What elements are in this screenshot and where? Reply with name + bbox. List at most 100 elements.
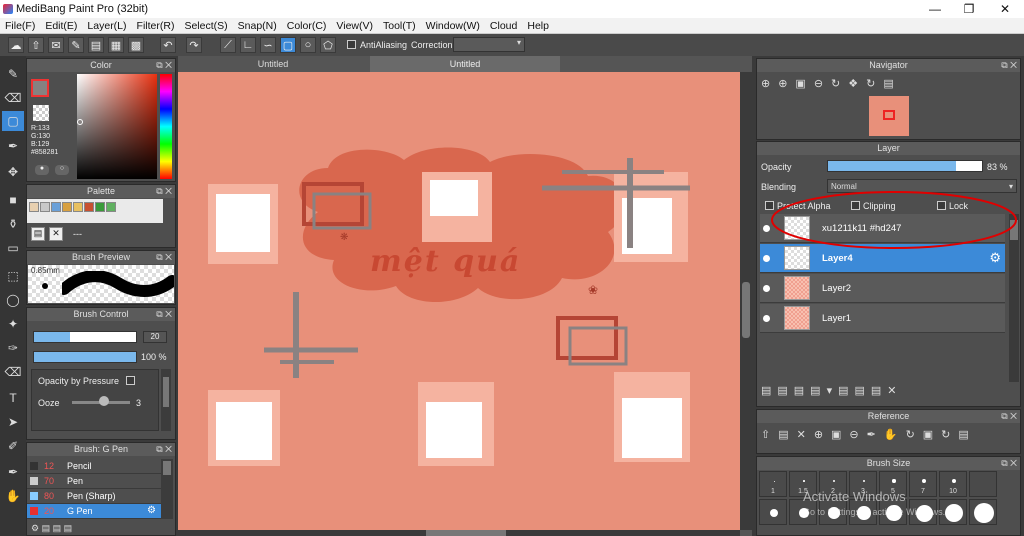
- brush-list-scrollbar[interactable]: [161, 459, 173, 519]
- redo-icon[interactable]: ↷: [186, 37, 202, 53]
- rectangle-shape-icon[interactable]: ▢: [280, 37, 296, 53]
- transparent-color-swatch[interactable]: [33, 105, 49, 121]
- brush-opacity-slider[interactable]: [33, 351, 137, 363]
- tab-untitled-1[interactable]: Untitled: [178, 56, 368, 72]
- brush-size-preset[interactable]: 10: [939, 471, 967, 497]
- tab-untitled-2[interactable]: Untitled: [370, 56, 560, 72]
- new-palette-icon[interactable]: ▤: [31, 227, 45, 241]
- select-pen-icon[interactable]: ✑: [2, 338, 24, 358]
- menu-tool[interactable]: Tool(T): [378, 18, 421, 33]
- undo-icon[interactable]: ↶: [160, 37, 176, 53]
- layer-opacity-slider[interactable]: [827, 160, 983, 172]
- palette-swatch[interactable]: [51, 202, 61, 212]
- gradient-tool-icon[interactable]: ▭: [2, 238, 24, 258]
- brush-settings-icon[interactable]: ⚙: [147, 505, 156, 516]
- curve-icon[interactable]: ∽: [260, 37, 276, 53]
- palette-swatch[interactable]: [106, 202, 116, 212]
- palette-swatch[interactable]: [84, 202, 94, 212]
- polygon-shape-icon[interactable]: ⬠: [320, 37, 336, 53]
- ooze-slider-thumb[interactable]: [99, 396, 109, 406]
- saturation-value-picker[interactable]: [77, 74, 157, 179]
- menu-layer[interactable]: Layer(L): [82, 18, 131, 33]
- menu-select[interactable]: Select(S): [179, 18, 232, 33]
- document-icon[interactable]: ▤: [88, 37, 104, 53]
- ellipse-shape-icon[interactable]: ○: [300, 37, 316, 53]
- brush-list-item[interactable]: 20 G Pen ⚙: [27, 504, 161, 519]
- brush-size-preset[interactable]: [969, 499, 997, 525]
- brush-size-preset[interactable]: 7: [909, 471, 937, 497]
- menu-cloud[interactable]: Cloud: [485, 18, 522, 33]
- palette-swatch[interactable]: [40, 202, 50, 212]
- palette-swatch[interactable]: [73, 202, 83, 212]
- layer-row[interactable]: Layer2: [760, 274, 1005, 303]
- menu-file[interactable]: File(F): [0, 18, 40, 33]
- palette-swatch[interactable]: [95, 202, 105, 212]
- minimize-icon[interactable]: —: [918, 0, 952, 18]
- reference-tools[interactable]: ⇧▤✕⊕▣⊖✒✋↻▣↻▤: [761, 428, 977, 441]
- layer-row[interactable]: Layer1: [760, 304, 1005, 333]
- menu-snap[interactable]: Snap(N): [233, 18, 282, 33]
- divide-tool-icon[interactable]: ✒: [2, 462, 24, 482]
- delete-palette-icon[interactable]: ✕: [49, 227, 63, 241]
- comment-icon[interactable]: ✉: [48, 37, 64, 53]
- drawing-canvas[interactable]: ❋ ❀ mệt quá: [178, 72, 740, 530]
- close-icon[interactable]: ✕: [988, 0, 1022, 18]
- text-tool-icon[interactable]: T: [2, 388, 24, 408]
- brush-size-preset[interactable]: [969, 471, 997, 497]
- brush-size-value[interactable]: 20: [143, 331, 167, 343]
- palette-swatch[interactable]: [29, 202, 39, 212]
- eraser-tool-icon[interactable]: ⌫: [2, 88, 24, 108]
- menu-color[interactable]: Color(C): [282, 18, 332, 33]
- eyedropper-icon[interactable]: ✐: [2, 436, 24, 456]
- foreground-color-swatch[interactable]: [31, 79, 49, 97]
- menu-edit[interactable]: Edit(E): [40, 18, 82, 33]
- magic-wand-icon[interactable]: ✦: [2, 314, 24, 334]
- menu-help[interactable]: Help: [522, 18, 554, 33]
- color-mode-icon[interactable]: ●: [35, 165, 49, 175]
- line-tool-icon[interactable]: ⟋: [220, 37, 236, 53]
- brush-list-item[interactable]: 80 Pen (Sharp): [27, 489, 161, 504]
- layer-visibility-icon[interactable]: [763, 315, 770, 322]
- correction-dropdown[interactable]: ▾: [453, 37, 525, 52]
- menu-view[interactable]: View(V): [331, 18, 378, 33]
- navigator-thumbnail[interactable]: [869, 96, 909, 136]
- antialias-checkbox[interactable]: [347, 40, 356, 49]
- bucket-tool-icon[interactable]: ⚱: [2, 214, 24, 234]
- move-tool-icon[interactable]: ✥: [2, 162, 24, 182]
- tiles-icon[interactable]: ▩: [128, 37, 144, 53]
- menu-window[interactable]: Window(W): [421, 18, 485, 33]
- restore-icon[interactable]: ❐: [952, 0, 986, 18]
- layer-tools[interactable]: ▤▤▤▤▾▤▤▤✕: [761, 384, 903, 397]
- palette-swatch[interactable]: [62, 202, 72, 212]
- chat-icon[interactable]: ✎: [68, 37, 84, 53]
- layer-visibility-icon[interactable]: [763, 285, 770, 292]
- brush-control-scrollbar[interactable]: [161, 369, 171, 431]
- hand-tool-icon[interactable]: ✋: [2, 486, 24, 506]
- pen-tool-icon[interactable]: ✒: [2, 136, 24, 156]
- operation-tool-icon[interactable]: ➤: [2, 412, 24, 432]
- brush-list-item[interactable]: 70 Pen: [27, 474, 161, 489]
- layer-visibility-icon[interactable]: [763, 255, 770, 262]
- fill-rect-icon[interactable]: ■: [2, 190, 24, 210]
- brush-size-slider[interactable]: [33, 331, 137, 343]
- shape-tool-icon[interactable]: ▢: [2, 111, 24, 131]
- brush-tool-icon[interactable]: ✎: [2, 64, 24, 84]
- hue-slider[interactable]: [160, 74, 172, 179]
- canvas-vertical-scrollbar[interactable]: [740, 72, 752, 530]
- canvas-horizontal-scrollbar[interactable]: [178, 530, 740, 536]
- opacity-by-pressure-checkbox[interactable]: [126, 376, 135, 385]
- color-picker-icon[interactable]: ○: [55, 165, 69, 175]
- brush-size-preset[interactable]: 1: [759, 471, 787, 497]
- navigator-zoom-tools[interactable]: ⊕⊕▣⊖↻❖↻▤: [761, 77, 902, 90]
- upload-icon[interactable]: ⇧: [28, 37, 44, 53]
- polyline-icon[interactable]: ∟: [240, 37, 256, 53]
- brush-list-item[interactable]: 12 Pencil: [27, 459, 161, 474]
- brush-size-preset[interactable]: [759, 499, 787, 525]
- menu-filter[interactable]: Filter(R): [132, 18, 180, 33]
- grid-icon[interactable]: ▦: [108, 37, 124, 53]
- select-eraser-icon[interactable]: ⌫: [2, 362, 24, 382]
- select-rect-icon[interactable]: ⬚: [2, 266, 24, 286]
- brush-list-tools[interactable]: ⚙ ▤ ▤ ▤: [31, 523, 72, 534]
- lasso-tool-icon[interactable]: ◯: [2, 290, 24, 310]
- cloud-icon[interactable]: ☁: [8, 37, 24, 53]
